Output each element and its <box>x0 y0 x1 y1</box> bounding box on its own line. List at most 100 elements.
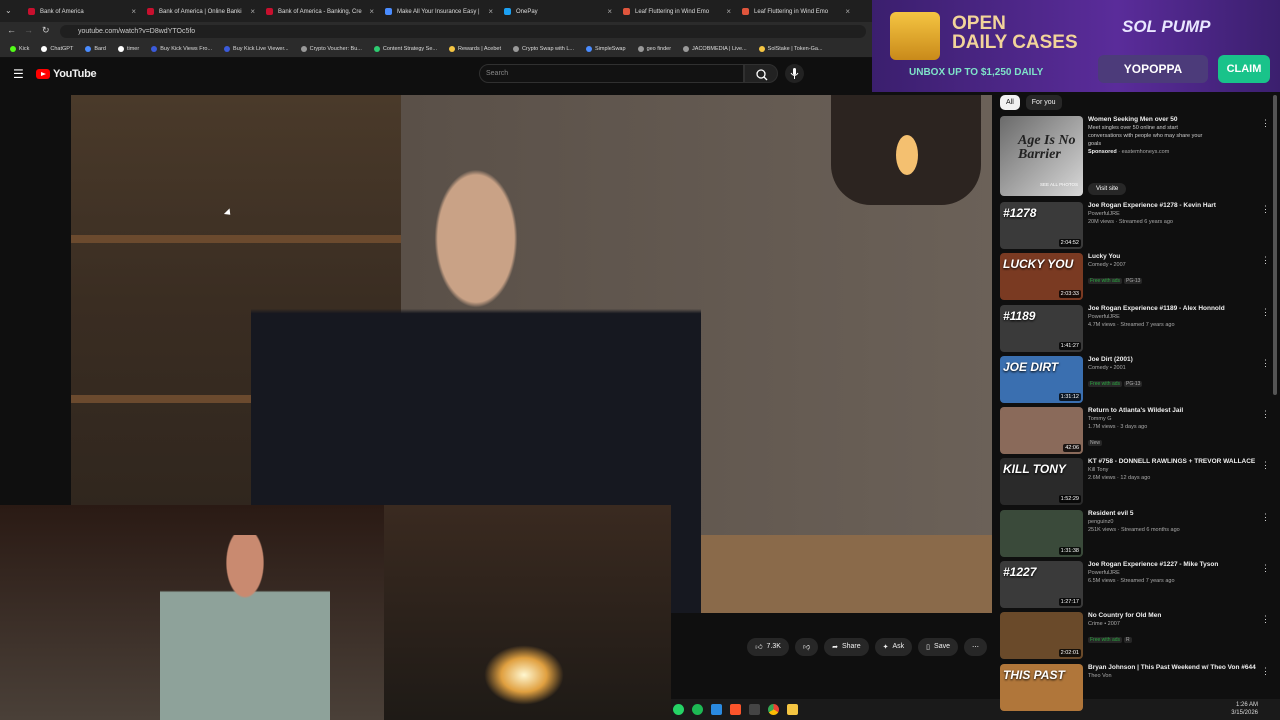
recommended-video[interactable]: #1278 2:04:52 Joe Rogan Experience #1278 -… <box>1000 200 1272 251</box>
video-channel[interactable]: Tommy G <box>1088 415 1258 423</box>
bookmark-item[interactable]: geo finder <box>632 46 677 52</box>
browser-tab[interactable]: Bank of America - Banking, Cre × <box>260 3 378 20</box>
bookmark-item[interactable]: JACOBMEDIA | Live... <box>677 46 753 52</box>
video-title[interactable]: Joe Rogan Experience #1278 - Kevin Hart <box>1088 202 1258 210</box>
bookmark-item[interactable]: Crypto Voucher: Bu... <box>295 46 368 52</box>
app-icon-chrome[interactable] <box>768 704 779 715</box>
bookmark-item[interactable]: Crypto Swap with L... <box>507 46 580 52</box>
recommended-video[interactable]: KILL TONY 1:52:29 KT #758 - DONNELL RAWLIN… <box>1000 456 1272 507</box>
video-title[interactable]: Bryan Johnson | This Past Weekend w/ The… <box>1088 664 1258 672</box>
video-channel[interactable]: Crime • 2007 <box>1088 620 1258 628</box>
tab-close-icon[interactable]: × <box>607 7 612 16</box>
like-button[interactable]: 👍︎ 7.3K <box>747 637 789 656</box>
more-button[interactable]: ⋯ <box>964 637 987 656</box>
video-channel[interactable]: PowerfulJRE <box>1088 569 1258 577</box>
bookmark-item[interactable]: timer <box>112 46 145 52</box>
tab-close-icon[interactable]: × <box>369 7 374 16</box>
video-title[interactable]: Joe Dirt (2001) <box>1088 356 1258 364</box>
tab-close-icon[interactable]: × <box>131 7 136 16</box>
video-channel[interactable]: PowerfulJRE <box>1088 210 1258 218</box>
video-menu-icon[interactable]: ⋮ <box>1261 204 1270 215</box>
video-menu-icon[interactable]: ⋮ <box>1261 666 1270 677</box>
recommended-video[interactable]: #1227 1:27:17 Joe Rogan Experience #1227 -… <box>1000 559 1272 610</box>
browser-tab[interactable]: Make All Your Insurance Easy | × <box>379 3 497 20</box>
browser-tab[interactable]: Bank of America × <box>22 3 140 20</box>
video-thumbnail[interactable]: 1:31:38 <box>1000 509 1083 557</box>
bookmark-item[interactable]: Buy Kick Views Fro... <box>145 46 218 52</box>
video-thumbnail[interactable]: 2:02:01 <box>1000 612 1083 660</box>
recommended-video[interactable]: LUCKY YOU 2:03:33 Lucky You Comedy • 2007 Fr… <box>1000 251 1272 302</box>
tab-close-icon[interactable]: × <box>488 7 493 16</box>
recommended-video[interactable]: 42:06 Return to Atlanta's Wildest Jail Tom… <box>1000 405 1272 456</box>
video-thumbnail[interactable]: #1189 1:41:27 <box>1000 304 1083 352</box>
ask-button[interactable]: ✦ Ask <box>874 637 913 656</box>
app-icon-terminal[interactable] <box>749 704 760 715</box>
video-thumbnail[interactable]: 42:06 <box>1000 407 1083 455</box>
video-channel[interactable]: Comedy • 2007 <box>1088 261 1258 269</box>
video-menu-icon[interactable]: ⋮ <box>1261 614 1270 625</box>
dislike-button[interactable]: 👎︎ <box>794 637 819 656</box>
video-channel[interactable]: Kill Tony <box>1088 466 1258 474</box>
bookmark-item[interactable]: Content Strategy Se... <box>368 46 443 52</box>
video-channel[interactable]: penguinz0 <box>1088 518 1258 526</box>
share-button[interactable]: ➦ Share <box>824 637 869 656</box>
browser-tab[interactable]: Bank of America | Online Banki × <box>141 3 259 20</box>
bookmark-item[interactable]: Rewards | Acebet <box>443 46 507 52</box>
video-title[interactable]: KT #758 - DONNELL RAWLINGS + TREVOR WALL… <box>1088 458 1258 466</box>
mic-button[interactable] <box>785 64 804 83</box>
video-thumbnail[interactable]: THIS PAST <box>1000 663 1083 711</box>
video-channel[interactable]: PowerfulJRE <box>1088 313 1258 321</box>
app-icon-brave[interactable] <box>730 704 741 715</box>
bookmark-item[interactable]: Bard <box>79 46 112 52</box>
sidebar-scrollbar[interactable] <box>1273 95 1277 395</box>
video-channel[interactable]: Comedy • 2001 <box>1088 364 1258 372</box>
video-title[interactable]: Resident evil 5 <box>1088 510 1258 518</box>
video-menu-icon[interactable]: ⋮ <box>1261 255 1270 266</box>
youtube-logo[interactable]: YouTube <box>36 68 97 80</box>
tab-close-icon[interactable]: × <box>845 7 850 16</box>
video-title[interactable]: Joe Rogan Experience #1227 - Mike Tyson <box>1088 561 1258 569</box>
reload-icon[interactable]: ↻ <box>42 25 50 36</box>
video-title[interactable]: Return to Atlanta's Wildest Jail <box>1088 407 1258 415</box>
browser-tab[interactable]: Leaf Fluttering in Wind Emo × <box>736 3 854 20</box>
app-icon-whatsapp[interactable] <box>673 704 684 715</box>
ad-promo-code[interactable]: YOPOPPA <box>1098 55 1208 83</box>
video-menu-icon[interactable]: ⋮ <box>1261 409 1270 420</box>
browser-tab[interactable]: OnePay × <box>498 3 616 20</box>
tab-search-icon[interactable]: ⌄ <box>5 6 12 15</box>
video-thumbnail[interactable]: #1227 1:27:17 <box>1000 561 1083 609</box>
search-input[interactable]: Search <box>479 64 744 83</box>
back-icon[interactable]: ← <box>7 25 16 35</box>
video-menu-icon[interactable]: ⋮ <box>1261 307 1270 318</box>
sponsored-menu-icon[interactable]: ⋮ <box>1261 118 1270 129</box>
recommended-video[interactable]: JOE DIRT 1:31:12 Joe Dirt (2001) Comedy • 2… <box>1000 354 1272 405</box>
video-title[interactable]: Joe Rogan Experience #1189 - Alex Honnol… <box>1088 305 1258 313</box>
video-menu-icon[interactable]: ⋮ <box>1261 563 1270 574</box>
sponsored-thumbnail[interactable]: Age Is No Barrier SEE ALL PHOTOS <box>1000 116 1083 196</box>
bookmark-item[interactable]: ChatGPT <box>35 46 79 52</box>
bookmark-item[interactable]: Kick <box>4 46 35 52</box>
chip-all[interactable]: All <box>1000 95 1020 110</box>
video-menu-icon[interactable]: ⋮ <box>1261 460 1270 471</box>
menu-icon[interactable]: ☰ <box>13 67 24 81</box>
video-menu-icon[interactable]: ⋮ <box>1261 512 1270 523</box>
app-icon-spotify[interactable] <box>692 704 703 715</box>
recommended-video[interactable]: THIS PAST Bryan Johnson | This Past Weeke… <box>1000 662 1272 713</box>
save-button[interactable]: ▯ Save <box>918 637 958 656</box>
sponsored-card[interactable]: Age Is No Barrier SEE ALL PHOTOS Women S… <box>1000 114 1272 199</box>
recommended-video[interactable]: #1189 1:41:27 Joe Rogan Experience #1189 -… <box>1000 303 1272 354</box>
browser-tab[interactable]: Leaf Fluttering in Wind Emo × <box>617 3 735 20</box>
video-title[interactable]: Lucky You <box>1088 253 1258 261</box>
ad-banner[interactable]: OPEN DAILY CASES UNBOX UP TO $1,250 DAIL… <box>872 0 1280 92</box>
bookmark-item[interactable]: SolStake | Token-Ga... <box>753 46 829 52</box>
forward-icon[interactable]: → <box>24 25 33 35</box>
app-icon-vscode[interactable] <box>711 704 722 715</box>
url-input[interactable]: youtube.com/watch?v=D8wdYTOc5fo <box>60 25 866 38</box>
video-menu-icon[interactable]: ⋮ <box>1261 358 1270 369</box>
visit-site-button[interactable]: Visit site <box>1088 183 1127 195</box>
tab-close-icon[interactable]: × <box>250 7 255 16</box>
bookmark-item[interactable]: Buy Kick Live Viewer... <box>218 46 295 52</box>
ad-claim-button[interactable]: CLAIM <box>1218 55 1270 83</box>
video-thumbnail[interactable]: #1278 2:04:52 <box>1000 202 1083 249</box>
video-title[interactable]: No Country for Old Men <box>1088 612 1258 620</box>
